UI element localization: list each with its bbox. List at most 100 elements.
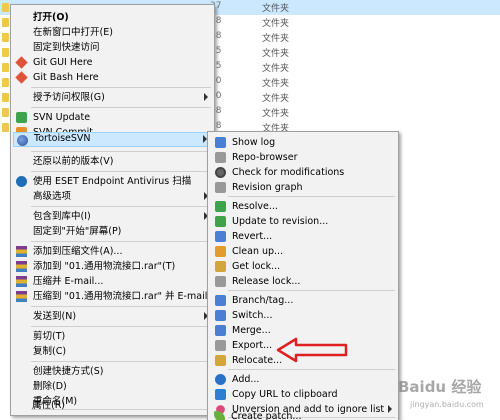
file-type: 文件夹 [262,19,290,29]
submenu-item-release-lock[interactable]: Release lock... [210,274,396,289]
clipboard-icon [215,389,226,400]
menu-item-label: SVN Update [33,112,91,123]
branch-icon [215,295,226,306]
menu-item-pin-start[interactable]: 固定到"开始"屏幕(P) [13,224,212,239]
menu-item-label: 压缩并 E-mail... [33,276,104,287]
folder-icon [2,18,9,27]
menu-item-label: Check for modifications [232,167,345,178]
relocate-icon [215,355,226,366]
winrar-icon [16,291,27,302]
menu-item-label: 剪切(T) [33,331,66,342]
folder-icon [2,123,9,132]
submenu-item-update-revision[interactable]: Update to revision... [210,214,396,229]
menu-item-label: Switch... [232,310,273,321]
repo-browser-icon [215,152,226,163]
menu-item-add-archive[interactable]: 添加到压缩文件(A)... [13,244,212,259]
menu-item-grant-access[interactable]: 授予访问权限(G) [13,90,212,105]
menu-item-label: Merge... [232,325,271,336]
menu-separator [228,290,395,291]
clean-up-icon [215,246,226,257]
menu-item-include-library[interactable]: 包含到库中(I) [13,209,212,224]
menu-item-tortoisesvn[interactable]: TortoiseSVN [13,132,212,147]
menu-item-label: Get lock... [232,261,281,272]
log-icon [215,137,226,148]
menu-item-label: Relocate... [232,355,283,366]
menu-separator [31,361,211,362]
merge-icon [215,325,226,336]
menu-item-label: 添加到 "01.通用物流接口.rar"(T) [33,261,176,272]
git-icon [15,71,28,84]
submenu-item-create-patch[interactable]: Create patch... [209,409,397,420]
menu-item-label: Show log [232,137,276,148]
menu-item-copy[interactable]: 复制(C) [13,344,212,359]
menu-item-svn-update[interactable]: SVN Update [13,110,212,125]
submenu-item-revert[interactable]: Revert... [210,229,396,244]
menu-item-pin-quick-access[interactable]: 固定到快速访问 [13,40,212,55]
menu-item-label: Add... [232,374,260,385]
menu-item-label: Revert... [232,231,273,242]
submenu-item-copy-url[interactable]: Copy URL to clipboard [210,387,396,402]
revision-graph-icon [215,182,226,193]
menu-item-compress-rar-email[interactable]: 压缩到 "01.通用物流接口.rar" 并 E-mail [13,289,212,304]
file-type: 文件夹 [262,34,290,44]
menu-item-label: Repo-browser [232,152,298,163]
menu-item-create-shortcut[interactable]: 创建快捷方式(S) [13,364,212,379]
folder-icon [2,63,9,72]
submenu-item-revision-graph[interactable]: Revision graph [210,180,396,195]
menu-item-label: 固定到快速访问 [33,42,100,53]
submenu-item-resolve[interactable]: Resolve... [210,199,396,214]
submenu-item-show-log[interactable]: Show log [210,135,396,150]
menu-item-label: 复制(C) [33,346,67,357]
menu-item-advanced[interactable]: 高级选项 [13,189,212,204]
menu-item-open[interactable]: 打开(O) [13,10,212,25]
menu-item-properties[interactable]: 属性(R) [12,398,213,413]
file-type: 文件夹 [262,79,290,89]
menu-item-label: 删除(D) [33,381,67,392]
menu-item-send-to[interactable]: 发送到(N) [13,309,212,324]
menu-item-git-bash[interactable]: Git Bash Here [13,70,212,85]
submenu-arrow-icon [204,93,208,101]
menu-item-label: 属性(R) [32,400,66,411]
submenu-item-clean-up[interactable]: Clean up... [210,244,396,259]
submenu-item-branch-tag[interactable]: Branch/tag... [210,293,396,308]
menu-separator [228,369,395,370]
folder-icon [2,78,9,87]
export-icon [215,340,226,351]
menu-separator [31,306,211,307]
submenu-item-get-lock[interactable]: Get lock... [210,259,396,274]
menu-item-label: Update to revision... [232,216,329,227]
file-type: 文件夹 [262,4,290,14]
menu-item-label: Release lock... [232,276,301,287]
menu-item-open-new-window[interactable]: 在新窗口中打开(E) [13,25,212,40]
menu-item-cut[interactable]: 剪切(T) [13,329,212,344]
submenu-item-repo-browser[interactable]: Repo-browser [210,150,396,165]
menu-item-label: 发送到(N) [33,311,77,322]
winrar-icon [16,276,27,287]
menu-item-restore-versions[interactable]: 还原以前的版本(V) [13,154,212,169]
menu-item-label: 使用 ESET Endpoint Antivirus 扫描 [33,176,192,187]
winrar-icon [16,261,27,272]
menu-item-label: Git Bash Here [33,72,99,83]
file-type: 文件夹 [262,109,290,119]
menu-separator [31,206,211,207]
file-type: 文件夹 [262,49,290,59]
tortoisesvn-submenu: Show log Repo-browser Check for modifica… [207,131,399,420]
menu-item-label: 压缩到 "01.通用物流接口.rar" 并 E-mail [33,291,208,302]
menu-item-compress-email[interactable]: 压缩并 E-mail... [13,274,212,289]
update-icon [215,216,226,227]
menu-item-label: 打开(O) [33,12,69,23]
annotation-arrow [276,337,348,363]
menu-item-delete[interactable]: 删除(D) [13,379,212,394]
menu-item-label: 高级选项 [33,191,72,202]
menu-item-git-gui[interactable]: Git GUI Here [13,55,212,70]
submenu-item-check-modifications[interactable]: Check for modifications [210,165,396,180]
submenu-item-switch[interactable]: Switch... [210,308,396,323]
menu-item-label: 包含到库中(I) [33,211,91,222]
lock-icon [215,261,226,272]
menu-item-label: Git GUI Here [33,57,93,68]
submenu-item-add[interactable]: Add... [210,372,396,387]
menu-item-add-to-rar[interactable]: 添加到 "01.通用物流接口.rar"(T) [13,259,212,274]
menu-item-eset-scan[interactable]: 使用 ESET Endpoint Antivirus 扫描 [13,174,212,189]
tortoisesvn-icon [17,135,28,146]
menu-separator [31,87,211,88]
